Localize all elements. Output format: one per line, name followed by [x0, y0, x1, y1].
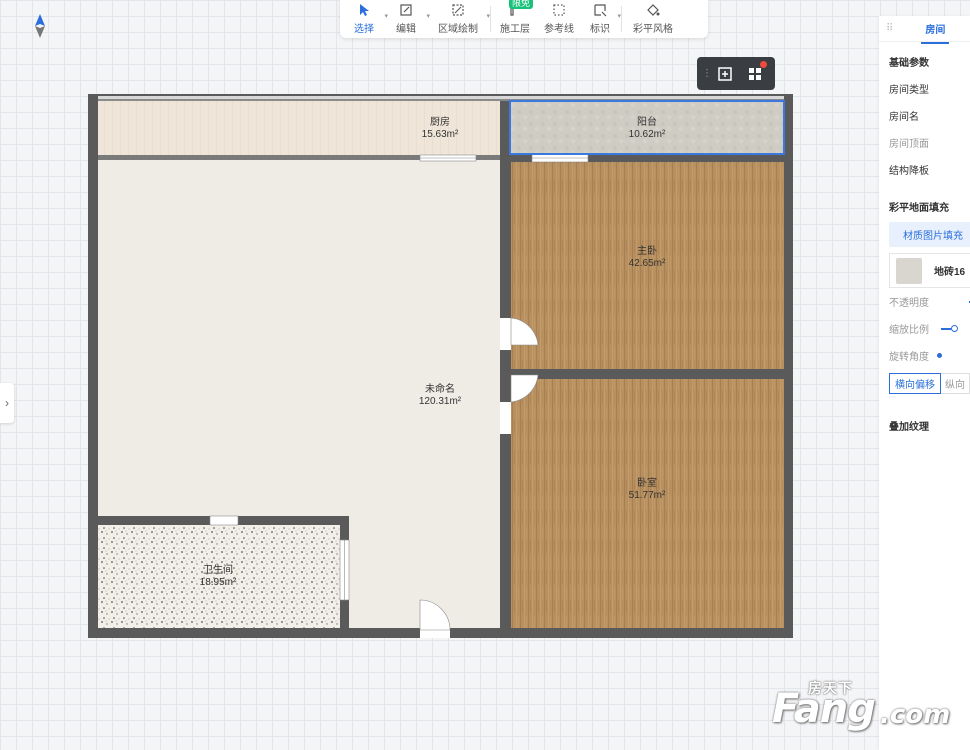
room-name: 卫生间 [203, 565, 233, 576]
top-toolbar: 选择 ▾ 编辑 ▾ 区域绘制 ▾ 施工层 限免 参考线 标识 ▾ 彩平风格 [340, 0, 708, 38]
material-name: 地砖16 [934, 267, 966, 278]
chevron-down-icon[interactable]: ▾ [426, 12, 430, 20]
room-type-label: 房间类型 [889, 85, 929, 96]
room-label-bedroom[interactable]: 卧室 51.77m² [617, 478, 677, 502]
panel-tab-bar: ⠿ 房间 [879, 16, 970, 44]
room-area: 51.77m² [628, 490, 666, 501]
scale-slider-handle[interactable] [951, 325, 958, 332]
room-label-bathroom[interactable]: 卫生间 18.95m² [188, 565, 248, 589]
cursor-icon [360, 4, 369, 16]
floating-toolbar: ⋮ [697, 57, 775, 90]
toolbar-divider [490, 6, 491, 32]
slab-label: 结构降板 [889, 166, 929, 177]
room-name: 厨房 [430, 117, 450, 128]
refline-label: 参考线 [544, 24, 574, 35]
room-label-balcony[interactable]: 阳台 10.62m² [617, 117, 677, 141]
watermark-logo: 房天下 Fang .com [772, 676, 962, 736]
room-name-row: 房间名 阳 [889, 102, 970, 129]
material-fill-button[interactable]: 材质图片填充 [889, 222, 970, 247]
room-area: 120.31m² [418, 396, 462, 407]
reference-line-tool[interactable]: 参考线 [541, 0, 577, 38]
select-label: 选择 [354, 24, 374, 35]
room-label-unnamed[interactable]: 未命名 120.31m² [405, 384, 475, 408]
room-area: 18.95m² [199, 577, 237, 588]
scale-slider-row: 缩放比例 [889, 315, 970, 342]
opacity-label: 不透明度 [889, 298, 929, 309]
mark-tool[interactable]: 标识 ▾ [585, 0, 621, 38]
slab-row[interactable]: 结构降板 [889, 156, 970, 183]
opacity-slider-row: 不透明度 [889, 288, 970, 315]
watermark-com: .com [880, 700, 951, 730]
select-tool[interactable]: 选择 ▾ [346, 0, 388, 38]
room-name-label: 房间名 [889, 112, 919, 123]
drag-handle-icon[interactable]: ⠿ [886, 23, 893, 34]
free-badge: 限免 [509, 0, 533, 9]
layout-button[interactable] [740, 57, 770, 90]
expand-left-panel-button[interactable]: › [0, 383, 14, 423]
edit-label: 编辑 [396, 24, 416, 35]
grid-layout-icon [749, 67, 761, 80]
ceiling-row[interactable]: 房间顶面 [889, 129, 970, 156]
scale-slider-track[interactable] [941, 328, 951, 330]
basic-params-title: 基础参数 [889, 58, 929, 69]
region-draw-tool[interactable]: 区域绘制 ▾ [432, 0, 490, 38]
add-view-button[interactable] [710, 57, 740, 90]
chevron-down-icon[interactable]: ▾ [617, 12, 621, 20]
style-label: 彩平风格 [633, 24, 673, 35]
room-name: 卧室 [637, 478, 657, 489]
chevron-right-icon: › [5, 396, 9, 410]
paint-bucket-icon [647, 4, 660, 16]
rotate-slider-row: 旋转角度 [889, 342, 970, 369]
room-label-master-bedroom[interactable]: 主卧 42.65m² [617, 246, 677, 270]
offset-toggle: 横向偏移 纵向 [889, 373, 970, 394]
watermark-en: Fang [772, 686, 876, 732]
vertical-offset-button[interactable]: 纵向 [941, 373, 970, 394]
region-icon [452, 4, 464, 16]
scale-label: 缩放比例 [889, 325, 929, 336]
color-style-tool[interactable]: 彩平风格 [632, 0, 674, 38]
room-label-kitchen[interactable]: 厨房 15.63m² [410, 117, 470, 141]
material-card[interactable]: 地砖16 [889, 253, 970, 288]
ceiling-label: 房间顶面 [889, 139, 929, 150]
construction-layer-tool[interactable]: 施工层 限免 [497, 0, 533, 38]
room-area: 15.63m² [421, 129, 459, 140]
mark-icon [594, 4, 607, 17]
reference-line-icon [553, 4, 565, 16]
floor-fill-title: 彩平地面填充 [889, 203, 949, 214]
overlay-texture-title: 叠加纹理 [889, 422, 929, 433]
toolbar-divider [621, 6, 622, 32]
room-area: 42.65m² [628, 258, 666, 269]
edit-icon [400, 4, 412, 16]
compass-icon[interactable] [34, 14, 46, 38]
drag-handle-icon[interactable]: ⋮ [702, 68, 712, 79]
room-bedroom-floor [511, 379, 784, 628]
room-area: 10.62m² [628, 129, 666, 140]
floor-plan[interactable] [0, 0, 970, 750]
properties-panel: ⠿ 房间 基础参数 房间类型 阳 房间名 阳 房间顶面 结构降板 彩平地面填充 … [879, 16, 970, 750]
rotate-slider-handle[interactable] [937, 353, 942, 358]
chevron-down-icon[interactable]: ▾ [486, 12, 490, 20]
tab-room[interactable]: 房间 [921, 21, 950, 44]
layer-label: 施工层 [500, 24, 530, 35]
notification-dot [760, 61, 767, 68]
region-label: 区域绘制 [438, 24, 478, 35]
room-name: 未命名 [425, 384, 455, 395]
room-type-row: 房间类型 阳 [889, 75, 970, 102]
room-name: 阳台 [637, 117, 657, 128]
edit-tool[interactable]: 编辑 ▾ [388, 0, 430, 38]
room-name: 主卧 [637, 246, 657, 257]
horizontal-offset-button[interactable]: 横向偏移 [889, 373, 941, 394]
mark-label: 标识 [590, 24, 610, 35]
rotate-label: 旋转角度 [889, 352, 929, 363]
material-thumbnail [896, 257, 922, 284]
add-icon [718, 66, 732, 81]
